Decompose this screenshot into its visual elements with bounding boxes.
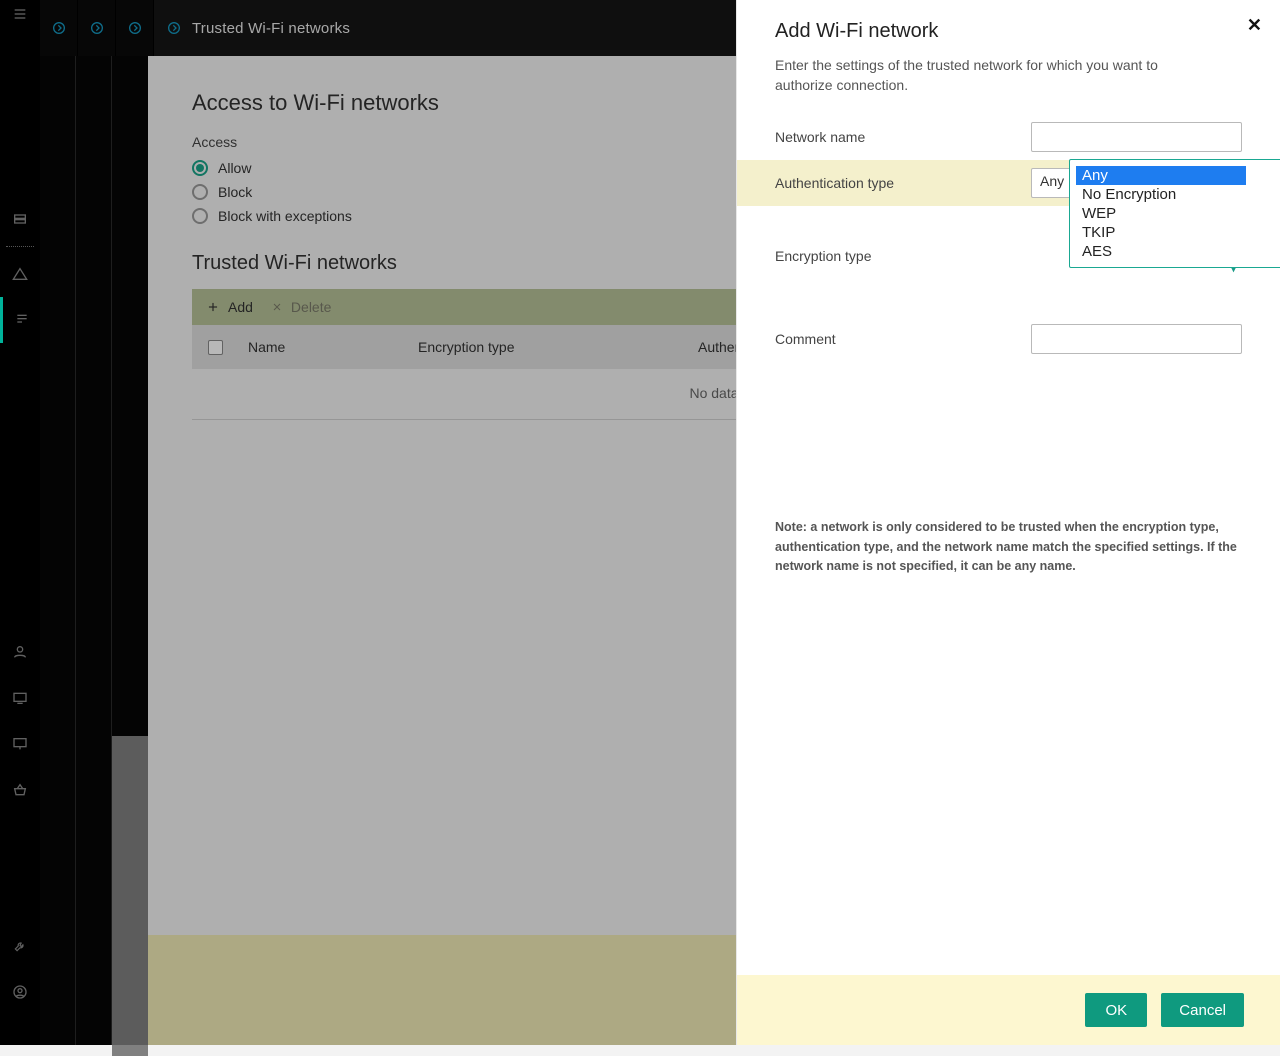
row-comment: Comment bbox=[775, 316, 1242, 362]
sidebar-separator bbox=[6, 246, 34, 247]
col-name[interactable]: Name bbox=[248, 339, 418, 355]
breadcrumb-step-icon-3[interactable] bbox=[116, 0, 154, 56]
encryption-option-any[interactable]: Any bbox=[1076, 166, 1246, 185]
encryption-option-aes[interactable]: AES bbox=[1076, 242, 1280, 261]
breadcrumb-current-icon bbox=[166, 20, 182, 36]
input-comment[interactable] bbox=[1031, 324, 1242, 354]
breadcrumb-title: Trusted Wi-Fi networks bbox=[192, 20, 350, 37]
add-button[interactable]: Add bbox=[206, 299, 253, 315]
panel-subtitle: Enter the settings of the trusted networ… bbox=[775, 55, 1242, 96]
row-encryption-type: Encryption type ▾ Any No Encryption WEP … bbox=[775, 206, 1242, 316]
radio-allow-label: Allow bbox=[218, 160, 251, 176]
sidebar-wrench-icon[interactable] bbox=[0, 923, 40, 969]
label-auth-type: Authentication type bbox=[775, 175, 1031, 191]
delete-button-label: Delete bbox=[291, 299, 331, 315]
select-all-checkbox[interactable] bbox=[208, 340, 223, 355]
input-network-name[interactable] bbox=[1031, 122, 1242, 152]
sidebar-item-2[interactable] bbox=[0, 251, 40, 297]
hamburger-menu-icon[interactable] bbox=[0, 0, 40, 28]
nav-column-2 bbox=[76, 56, 112, 1045]
row-network-name: Network name bbox=[775, 114, 1242, 160]
cancel-button[interactable]: Cancel bbox=[1161, 993, 1244, 1027]
sidebar-basket-icon[interactable] bbox=[0, 767, 40, 813]
ok-button[interactable]: OK bbox=[1085, 993, 1147, 1027]
panel-note: Note: a network is only considered to be… bbox=[775, 518, 1242, 576]
encryption-option-tkip[interactable]: TKIP bbox=[1076, 223, 1280, 242]
label-network-name: Network name bbox=[775, 129, 1031, 145]
breadcrumb-step-icon-2[interactable] bbox=[78, 0, 116, 56]
add-wifi-panel: ✕ Add Wi-Fi network Enter the settings o… bbox=[736, 0, 1280, 1045]
radio-icon-checked bbox=[192, 160, 208, 176]
sidebar-item-1[interactable] bbox=[0, 196, 40, 242]
encryption-option-wep[interactable]: WEP bbox=[1076, 204, 1280, 223]
left-sidebar bbox=[0, 0, 40, 1045]
delete-button: Delete bbox=[271, 299, 331, 315]
sidebar-monitor-icon[interactable] bbox=[0, 721, 40, 767]
label-encryption-type: Encryption type bbox=[775, 224, 1031, 264]
radio-block-exceptions-label: Block with exceptions bbox=[218, 208, 352, 224]
panel-title: Add Wi-Fi network bbox=[775, 20, 1242, 43]
radio-icon-unchecked bbox=[192, 208, 208, 224]
sidebar-device-icon[interactable] bbox=[0, 675, 40, 721]
label-comment: Comment bbox=[775, 331, 1031, 347]
radio-block-label: Block bbox=[218, 184, 252, 200]
close-icon[interactable]: ✕ bbox=[1247, 15, 1262, 36]
x-icon bbox=[271, 301, 283, 313]
panel-footer: OK Cancel bbox=[737, 975, 1280, 1045]
radio-icon-unchecked bbox=[192, 184, 208, 200]
sidebar-user-icon[interactable] bbox=[0, 629, 40, 675]
sidebar-item-3[interactable] bbox=[0, 297, 40, 343]
encryption-option-none[interactable]: No Encryption bbox=[1076, 185, 1280, 204]
nav-column-3 bbox=[112, 56, 148, 1045]
col-encryption[interactable]: Encryption type bbox=[418, 339, 698, 355]
plus-icon bbox=[206, 300, 220, 314]
sidebar-account-icon[interactable] bbox=[0, 969, 40, 1015]
add-button-label: Add bbox=[228, 299, 253, 315]
breadcrumb-step-icon-1[interactable] bbox=[40, 0, 78, 56]
encryption-dropdown-listbox[interactable]: Any No Encryption WEP TKIP AES bbox=[1069, 159, 1280, 268]
nav-column-1 bbox=[40, 56, 76, 1045]
